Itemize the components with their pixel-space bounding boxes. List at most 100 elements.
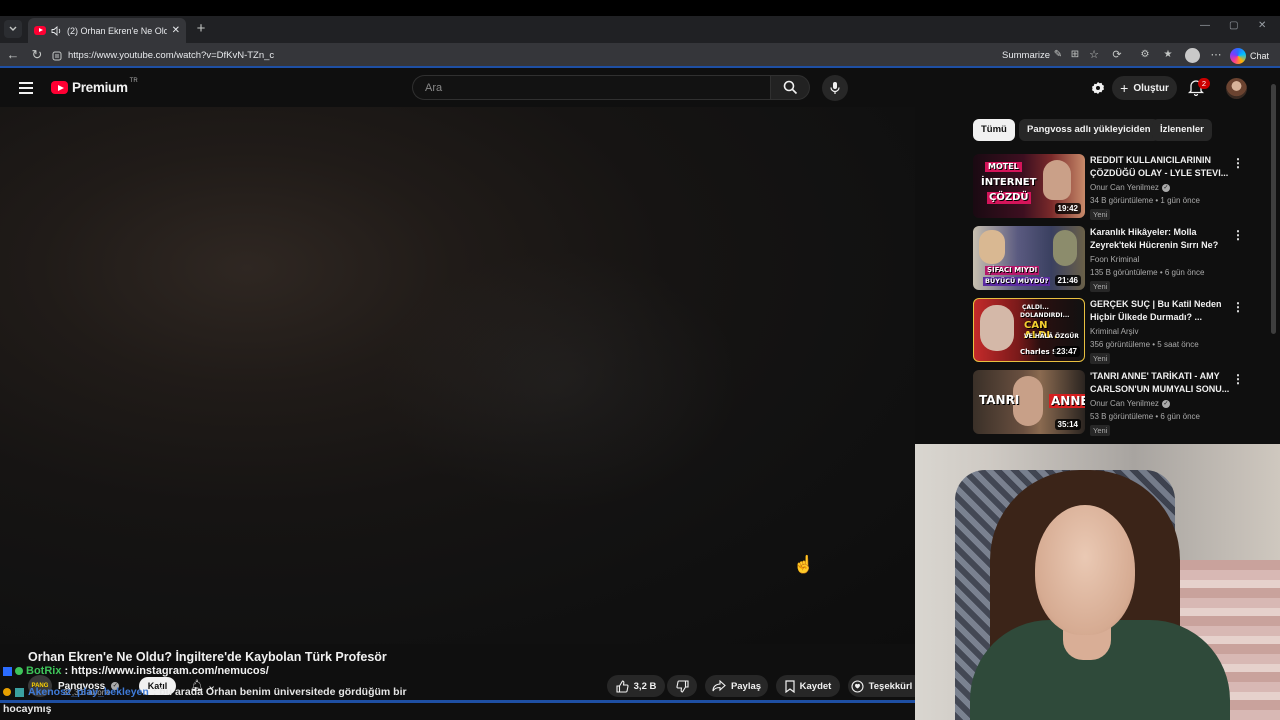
save-label: Kaydet xyxy=(799,680,832,692)
chip-from-uploader[interactable]: Pangvoss adlı yükleyiciden xyxy=(1019,119,1159,141)
taskbar-edge xyxy=(0,700,915,703)
thumbnail-text: TANRI xyxy=(979,393,1020,407)
favorites-icon[interactable]: ★ xyxy=(1160,47,1176,63)
thumbnail-face xyxy=(980,305,1014,351)
window-titlebar xyxy=(0,0,1280,16)
search-input[interactable]: Ara xyxy=(412,75,770,100)
plus-icon: + xyxy=(1120,80,1129,96)
chat-message-text: : bu arada Orhan benim üniversitede görd… xyxy=(152,686,407,698)
recommendation-meta: 34 B görüntüleme • 1 gün önce xyxy=(1090,196,1200,205)
recommendation-item[interactable]: ÇALDI... DOLANDIRDI... CAN ALDI.. VE HÂL… xyxy=(973,298,1263,364)
like-button[interactable]: 3,2 B xyxy=(607,675,665,697)
search-button[interactable] xyxy=(770,75,810,100)
create-label: Oluştur xyxy=(1133,82,1169,94)
chip-watched[interactable]: İzlenenler xyxy=(1152,119,1212,141)
thumbnail-text: ANNE xyxy=(1049,394,1085,408)
back-button[interactable]: ← xyxy=(5,47,21,63)
recommendation-title[interactable]: Karanlık Hikâyeler: Molla Zeyrek'teki Hü… xyxy=(1090,226,1230,252)
minimize-button[interactable]: — xyxy=(1200,20,1210,31)
thumbnail-text: DOLANDIRDI... xyxy=(1020,312,1070,319)
new-badge: Yeni xyxy=(1090,353,1111,364)
address-bar[interactable]: https://www.youtube.com/watch?v=DfKvN-TZ… xyxy=(52,46,992,65)
thumbnail-text: BÜYÜCÜ MÜYDÜ? xyxy=(983,277,1051,286)
video-thumbnail[interactable]: ÇALDI... DOLANDIRDI... CAN ALDI.. VE HÂL… xyxy=(973,298,1085,362)
chat-message-text: : https://www.instagram.com/nemucos/ xyxy=(64,665,269,677)
verified-icon: ✓ xyxy=(1161,399,1170,408)
menu-icon[interactable] xyxy=(19,82,33,94)
more-options-icon[interactable]: ⋮ xyxy=(1232,372,1244,386)
video-frame-blur xyxy=(380,250,740,510)
recommendation-title[interactable]: REDDIT KULLANICILARININ ÇÖZDÜĞÜ OLAY - L… xyxy=(1090,154,1230,180)
channel-name: Foon Kriminal xyxy=(1090,255,1140,264)
chat-message-continuation: hocaymış xyxy=(3,703,52,715)
thanks-button[interactable]: Teşekkürl xyxy=(848,675,915,697)
thumbnail-text: VE HÂLÂ ÖZGÜR xyxy=(1024,333,1079,340)
more-options-icon[interactable]: ⋮ xyxy=(1232,300,1244,314)
extensions-icon[interactable]: ⚙ xyxy=(1137,47,1153,63)
thumbnail-text: İNTERNET xyxy=(981,177,1037,188)
microphone-icon xyxy=(830,82,840,94)
share-button[interactable]: Paylaş xyxy=(705,675,768,697)
video-thumbnail[interactable]: MOTEL İNTERNET ÇÖZDÜ 19:42 xyxy=(973,154,1085,218)
browser-tab-active[interactable]: (2) Orhan Ekren'e Ne Oldu? İn ✕ xyxy=(28,18,186,43)
recommendation-item[interactable]: MOTEL İNTERNET ÇÖZDÜ 19:42 REDDIT KULLAN… xyxy=(973,154,1263,220)
profile-avatar[interactable] xyxy=(1185,48,1200,63)
chevron-down-icon xyxy=(9,26,17,31)
video-thumbnail[interactable]: TANRI ANNE 35:14 xyxy=(973,370,1085,434)
dislike-button[interactable] xyxy=(667,675,697,697)
recommendation-channel[interactable]: Onur Can Yenilmez ✓ xyxy=(1090,399,1170,408)
new-badge: Yeni xyxy=(1090,209,1111,220)
apps-icon[interactable]: ⊞ xyxy=(1067,47,1083,63)
maximize-button[interactable]: ▢ xyxy=(1229,20,1238,31)
thumbs-up-icon xyxy=(616,679,629,693)
share-label: Paylaş xyxy=(730,680,762,692)
more-menu-icon[interactable]: ⋯ xyxy=(1208,47,1224,63)
thumbnail-text: ÇALDI... xyxy=(1022,304,1049,311)
channel-name: Kriminal Arşiv xyxy=(1090,327,1139,336)
close-window-button[interactable]: ✕ xyxy=(1258,20,1266,31)
recommendation-title[interactable]: 'TANRI ANNE' TARİKATI - AMY CARLSON'UN M… xyxy=(1090,370,1230,396)
like-count: 3,2 B xyxy=(633,680,657,692)
recommendation-title[interactable]: GERÇEK SUÇ | Bu Katil Neden Hiçbir Ülked… xyxy=(1090,298,1230,324)
tab-title: (2) Orhan Ekren'e Ne Oldu? İn xyxy=(67,25,167,36)
chat-badge-icon xyxy=(3,666,12,676)
chat-message-botrix: BotRix : https://www.instagram.com/nemuc… xyxy=(3,665,269,677)
refresh-extension-icon[interactable]: ⟳ xyxy=(1109,47,1125,63)
chip-all[interactable]: Tümü xyxy=(973,119,1015,141)
create-button[interactable]: + Oluştur xyxy=(1112,76,1177,100)
recommendation-item[interactable]: TANRI ANNE 35:14 'TANRI ANNE' TARİKATI -… xyxy=(973,370,1263,436)
video-duration: 23:47 xyxy=(1053,346,1080,357)
recommendation-channel[interactable]: Onur Can Yenilmez ✓ xyxy=(1090,183,1170,192)
recommendation-channel[interactable]: Kriminal Arşiv xyxy=(1090,327,1138,336)
verified-icon: ✓ xyxy=(1161,183,1170,192)
super-thanks-icon xyxy=(851,679,864,693)
reload-button[interactable]: ↻ xyxy=(29,47,45,63)
site-info-icon[interactable] xyxy=(52,51,62,61)
favorite-star-icon[interactable]: ☆ xyxy=(1086,47,1102,63)
chat-username: Akenosz_play_bekleyen xyxy=(28,686,149,698)
premium-settings-icon[interactable] xyxy=(1090,80,1106,96)
new-tab-button[interactable]: + xyxy=(193,21,209,37)
tab-close-icon[interactable]: ✕ xyxy=(172,25,180,36)
voice-search-button[interactable] xyxy=(822,75,848,101)
share-icon xyxy=(712,680,726,692)
summarize-icon[interactable]: ✎ xyxy=(1050,47,1066,63)
summarize-button[interactable]: Summarize xyxy=(1002,50,1050,61)
recommendation-channel[interactable]: Foon Kriminal xyxy=(1090,255,1139,264)
scrollbar-thumb[interactable] xyxy=(1271,84,1276,334)
more-options-icon[interactable]: ⋮ xyxy=(1232,228,1244,242)
thumbnail-face xyxy=(1053,230,1077,266)
more-options-icon[interactable]: ⋮ xyxy=(1232,156,1244,170)
account-avatar[interactable] xyxy=(1226,78,1247,99)
copilot-chat-button[interactable]: Chat xyxy=(1230,46,1269,66)
save-button[interactable]: Kaydet xyxy=(776,675,840,697)
tab-list-button[interactable] xyxy=(4,20,22,38)
video-thumbnail[interactable]: ŞİFACI MIYDI BÜYÜCÜ MÜYDÜ? 21:46 xyxy=(973,226,1085,290)
speaker-icon[interactable] xyxy=(51,25,62,36)
chat-label: Chat xyxy=(1250,51,1270,61)
recommendation-item[interactable]: ŞİFACI MIYDI BÜYÜCÜ MÜYDÜ? 21:46 Karanlı… xyxy=(973,226,1263,292)
recommendation-meta: 53 B görüntüleme • 6 gün önce xyxy=(1090,412,1200,421)
youtube-logo[interactable]: Premium TR xyxy=(51,78,140,95)
chat-badge-icon xyxy=(3,688,11,696)
chat-username: BotRix xyxy=(26,665,62,677)
